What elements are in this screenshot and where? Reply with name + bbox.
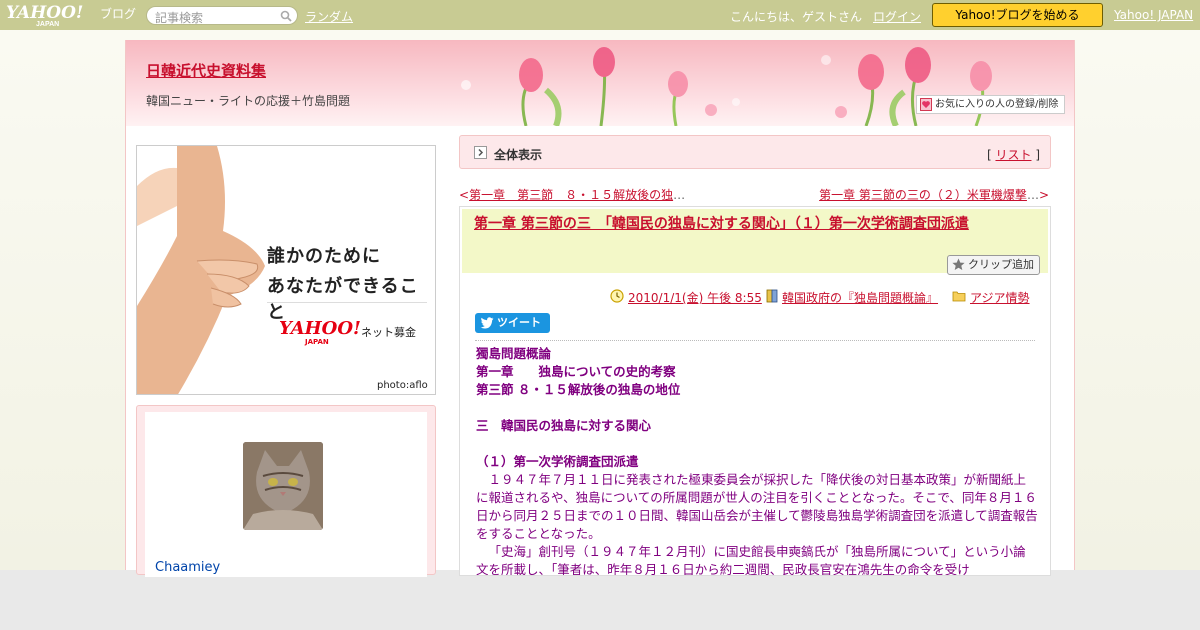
article-date-link[interactable]: 2010/1/1(金) 午後 8:55: [628, 289, 762, 306]
blog-title-link[interactable]: 日韓近代史資料集: [146, 60, 266, 81]
blog-subtitle: 韓国ニュー・ライトの応援＋竹島問題: [146, 94, 351, 108]
prev-article-title: 第一章 第三節 ８・１５解放後の独: [469, 188, 674, 202]
list-link-wrapper: [ リスト ]: [987, 146, 1040, 163]
svg-text:ブログ: ブログ: [100, 6, 136, 21]
next-article-link[interactable]: 第一章 第三節の三の（２）米軍機爆撃…>: [819, 186, 1049, 203]
star-icon: [952, 258, 965, 270]
banner-text-line1: 誰かのために: [267, 246, 381, 267]
prev-arrow: <: [459, 188, 470, 202]
article-folder-link[interactable]: アジア情勢: [970, 289, 1030, 306]
login-link[interactable]: ログイン: [873, 8, 921, 25]
search-placeholder: 記事検索: [155, 11, 204, 25]
list-bracket-close: ]: [1035, 148, 1040, 162]
heart-icon: [920, 98, 932, 111]
body-heading-1: 獨島問題概論: [476, 346, 552, 361]
next-arrow: >: [1038, 188, 1049, 202]
body-paragraph-2: 「史海」創刊号（１９４７年１２月刊）に国史館長申奭鎬氏が「独島所属について」とい…: [476, 544, 1026, 576]
article-title-link[interactable]: 第一章 第三節の三 「韓国民の独島に対する関心」（１）第一次学術調査団派遣: [474, 215, 1044, 233]
next-ellipsis: …: [1026, 188, 1039, 202]
book-icon: [766, 289, 778, 303]
body-heading-5: （１）第一次学術調査団派遣: [476, 454, 639, 469]
banner-divider: [267, 302, 427, 303]
article-divider: [475, 340, 1035, 341]
bottom-area: [0, 570, 1200, 630]
banner-photo-credit: photo:aflo: [377, 380, 428, 391]
blog-container: 日韓近代史資料集 韓国ニュー・ライトの応援＋竹島問題 お気に入りの人の登録/削除…: [125, 40, 1075, 577]
body-heading-2: 第一章 独島についての史的考察: [476, 364, 676, 379]
all-view-bar: 全体表示 [ リスト ]: [459, 135, 1051, 169]
tweet-button[interactable]: ツイート: [475, 313, 550, 333]
banner-text-line2: あなたができること: [267, 276, 419, 323]
favorite-register-button[interactable]: お気に入りの人の登録/削除: [916, 95, 1065, 114]
greeting-text: こんにちは、ゲストさん: [730, 10, 863, 24]
article: 第一章 第三節の三 「韓国民の独島に対する関心」（１）第一次学術調査団派遣 クリ…: [459, 206, 1051, 576]
profile-inner: Chaamiey: [145, 412, 427, 577]
body-heading-3: 第三節 ８・１５解放後の独島の地位: [476, 382, 681, 397]
profile-name-link[interactable]: Chaamiey: [155, 560, 220, 575]
svg-text:JAPAN: JAPAN: [36, 21, 59, 27]
cat-avatar-image: [243, 442, 323, 530]
body-spacer: [476, 435, 1038, 453]
twitter-bird-icon: [480, 317, 494, 329]
list-link[interactable]: リスト: [995, 148, 1031, 162]
avatar[interactable]: [243, 442, 323, 530]
tweet-label: ツイート: [497, 316, 541, 329]
favorite-register-label: お気に入りの人の登録/削除: [935, 99, 1059, 110]
body-spacer: [476, 399, 1038, 417]
banner-service-label: ネット募金: [361, 326, 416, 339]
article-header: 第一章 第三節の三 「韓国民の独島に対する関心」（１）第一次学術調査団派遣 クリ…: [462, 209, 1048, 275]
chevron-right-icon: [474, 146, 487, 159]
hands-illustration: [137, 146, 265, 394]
folder-icon: [952, 291, 966, 302]
profile-box: Chaamiey: [136, 405, 436, 577]
global-header: YAHOO! JAPAN ブログ 記事検索 ランダム こんにちは、ゲストさん ロ…: [0, 0, 1200, 30]
clip-add-button[interactable]: クリップ追加: [947, 255, 1040, 275]
prev-ellipsis: …: [673, 188, 686, 202]
svg-text:YAHOO!: YAHOO!: [6, 3, 83, 23]
article-category-link[interactable]: 韓国政府の『独島問題概論』: [782, 289, 938, 306]
yahoo-blog-logo[interactable]: YAHOO! JAPAN ブログ: [6, 3, 140, 28]
all-view-label[interactable]: 全体表示: [494, 146, 542, 163]
next-article-title: 第一章 第三節の三の（２）米軍機爆撃: [819, 188, 1027, 202]
banner-yahoo-logo: YAHOO!: [279, 318, 361, 339]
body-paragraph-1: １９４７年７月１１日に発表された極東委員会が採択した「降伏後の対日基本政策」が新…: [476, 472, 1038, 541]
net-donation-banner[interactable]: 誰かのために あなたができること YAHOO! JAPAN ネット募金 phot…: [136, 145, 436, 395]
banner-yahoo-sub: JAPAN: [305, 338, 329, 346]
random-link[interactable]: ランダム: [305, 8, 353, 25]
clock-icon: [610, 289, 624, 303]
search-icon[interactable]: [280, 10, 292, 22]
clip-add-label: クリップ追加: [968, 258, 1034, 271]
search-input[interactable]: 記事検索: [146, 6, 298, 25]
yahoo-japan-link[interactable]: Yahoo! JAPAN: [1114, 8, 1193, 22]
article-body: 獨島問題概論 第一章 独島についての史的考察 第三節 ８・１５解放後の独島の地位…: [476, 345, 1038, 576]
start-blog-button[interactable]: Yahoo!ブログを始める: [932, 3, 1103, 27]
list-bracket-open: [: [986, 148, 992, 162]
blog-header: 日韓近代史資料集 韓国ニュー・ライトの応援＋竹島問題 お気に入りの人の登録/削除: [126, 40, 1074, 126]
prev-article-link[interactable]: <第一章 第三節 ８・１５解放後の独…: [459, 186, 685, 203]
body-heading-4: 三 韓国民の独島に対する関心: [476, 418, 652, 433]
